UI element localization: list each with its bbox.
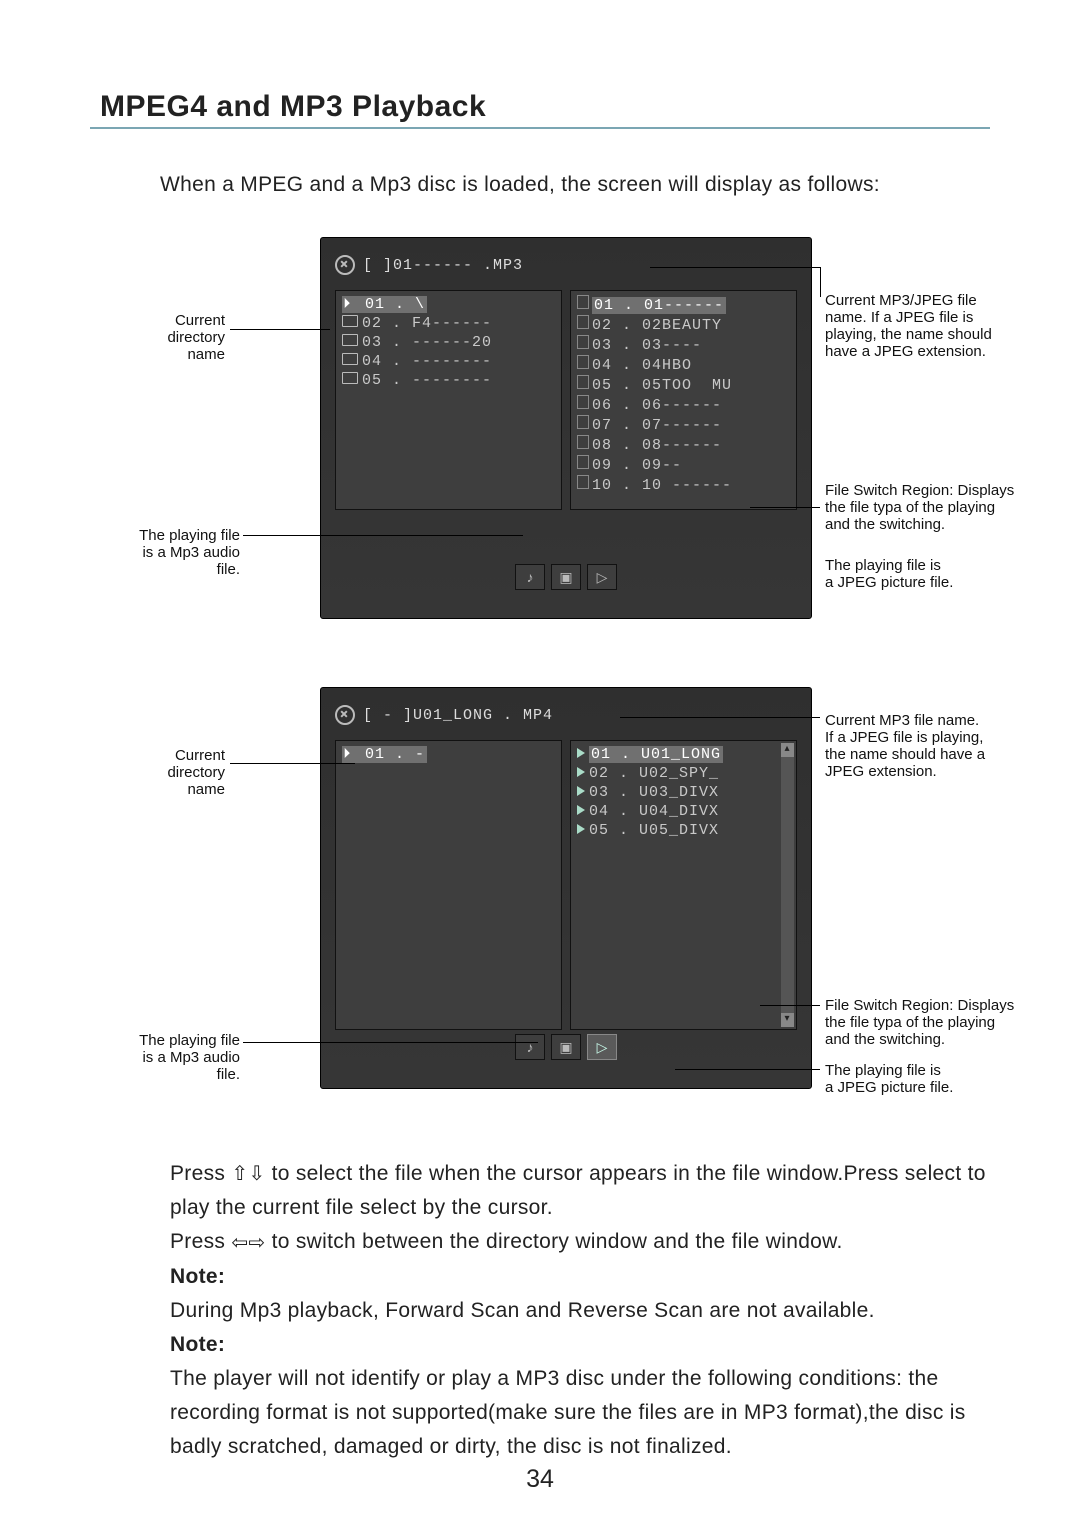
screenshot-1: [ ]01------ .MP3 🞂 01 . \ 02 . F4------ … bbox=[60, 237, 1020, 647]
player-header: [ ]01------ .MP3 bbox=[335, 252, 797, 278]
picture-mode-button[interactable]: ▣ bbox=[551, 1034, 581, 1060]
play-mode-button[interactable]: ▷ bbox=[587, 564, 617, 590]
callout-file-switch: File Switch Region: Displays the file ty… bbox=[825, 997, 1080, 1048]
player-header: [ - ]U01_LONG . MP4 bbox=[335, 702, 797, 728]
note-label: Note: bbox=[170, 1333, 225, 1356]
intro-text: When a MPEG and a Mp3 disc is loaded, th… bbox=[160, 173, 1020, 197]
callout-playing-jpeg: The playing file is a JPEG picture file. bbox=[825, 1062, 1080, 1096]
current-file-name: [ ]01------ .MP3 bbox=[363, 257, 523, 274]
title-rule bbox=[90, 127, 990, 129]
scroll-down-icon[interactable]: ▾ bbox=[781, 1013, 794, 1027]
file-pane[interactable]: 01 . 01------ 02 . 02BEAUTY 03 . 03---- … bbox=[570, 290, 797, 510]
screenshot-2: [ - ]U01_LONG . MP4 🞂 01 . - 01 . U01_LO… bbox=[60, 687, 1020, 1117]
up-down-arrow-icon: ⇧⇩ bbox=[231, 1157, 265, 1191]
callout-playing-jpeg: The playing file is a JPEG picture file. bbox=[825, 557, 1080, 591]
file-switch-region[interactable]: ♪ ▣ ▷ bbox=[515, 564, 617, 590]
audio-mode-button[interactable]: ♪ bbox=[515, 564, 545, 590]
callout-current-directory: Current directory name bbox=[115, 312, 225, 363]
directory-pane[interactable]: 🞂 01 . \ 02 . F4------ 03 . ------20 04 … bbox=[335, 290, 562, 510]
picture-mode-button[interactable]: ▣ bbox=[551, 564, 581, 590]
play-mode-button[interactable]: ▷ bbox=[587, 1034, 617, 1060]
callout-current-filename: Current MP3/JPEG file name. If a JPEG fi… bbox=[825, 292, 1080, 360]
page-number: 34 bbox=[0, 1465, 1080, 1494]
scrollbar[interactable]: ▴ ▾ bbox=[781, 743, 794, 1027]
scroll-up-icon[interactable]: ▴ bbox=[781, 743, 794, 757]
instructions: Press ⇧⇩ to select the file when the cur… bbox=[170, 1157, 990, 1464]
close-icon bbox=[335, 705, 355, 725]
current-file-name: [ - ]U01_LONG . MP4 bbox=[363, 707, 553, 724]
callout-current-filename: Current MP3 file name. If a JPEG file is… bbox=[825, 712, 1075, 780]
directory-pane[interactable]: 🞂 01 . - bbox=[335, 740, 562, 1030]
audio-mode-button[interactable]: ♪ bbox=[515, 1034, 545, 1060]
note-label: Note: bbox=[170, 1265, 225, 1288]
note-1: During Mp3 playback, Forward Scan and Re… bbox=[170, 1299, 875, 1322]
callout-playing-audio: The playing file is a Mp3 audio file. bbox=[85, 527, 240, 578]
note-2: The player will not identify or play a M… bbox=[170, 1367, 966, 1458]
file-switch-region[interactable]: ♪ ▣ ▷ bbox=[515, 1034, 617, 1060]
page-title: MPEG4 and MP3 Playback bbox=[100, 90, 1020, 124]
callout-playing-audio: The playing file is a Mp3 audio file. bbox=[85, 1032, 240, 1083]
callout-current-directory: Current directory name bbox=[115, 747, 225, 798]
callout-file-switch: File Switch Region: Displays the file ty… bbox=[825, 482, 1080, 533]
file-pane[interactable]: 01 . U01_LONG 02 . U02_SPY_ 03 . U03_DIV… bbox=[570, 740, 797, 1030]
close-icon bbox=[335, 255, 355, 275]
left-right-arrow-icon: ⇦⇨ bbox=[231, 1226, 265, 1260]
